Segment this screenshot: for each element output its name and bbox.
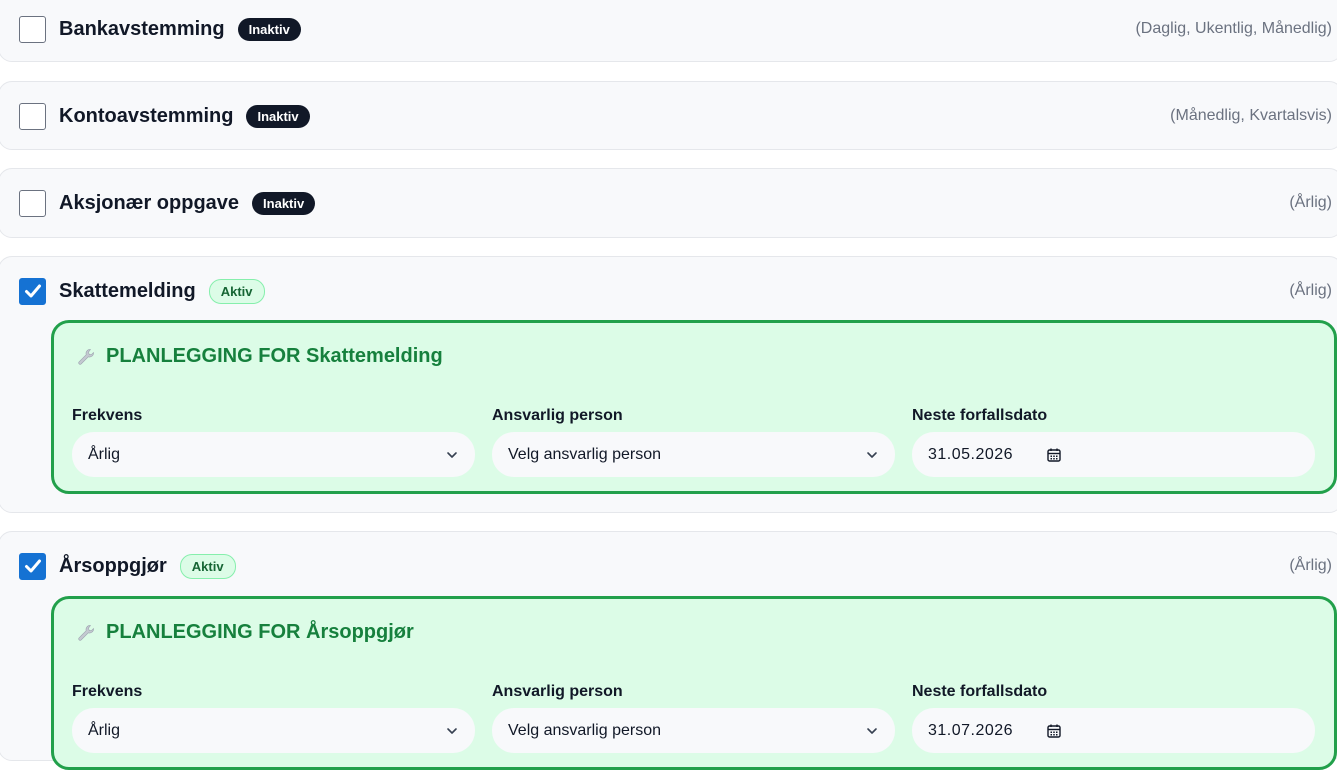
task-card-skattemelding: Skattemelding Aktiv (Årlig) PLANLEGGING … [0, 256, 1337, 513]
due-date-input[interactable]: 31.07.2026 [912, 708, 1315, 753]
task-card-bankavstemming: Bankavstemming Inaktiv (Daglig, Ukentlig… [0, 0, 1337, 62]
task-checkbox-aksjonaer-oppgave[interactable] [19, 189, 46, 217]
planning-title-text: PLANLEGGING FOR Årsoppgjør [106, 621, 414, 643]
calendar-icon[interactable] [1046, 447, 1062, 463]
task-name: Bankavstemming [59, 17, 225, 40]
task-card-arsoppgjor: Årsoppgjør Aktiv (Årlig) PLANLEGGING FOR… [0, 531, 1337, 770]
frequency-value: Årlig [88, 445, 121, 463]
due-date-value: 31.07.2026 [928, 721, 1014, 739]
due-date-field: Neste forfallsdato 31.07.2026 [912, 683, 1315, 753]
status-badge: Inaktiv [246, 104, 310, 128]
frequency-label: Frekvens [72, 407, 143, 424]
task-card-aksjonaer-oppgave: Aksjonær oppgave Inaktiv (Årlig) [0, 168, 1337, 238]
planning-panel: PLANLEGGING FOR Årsoppgjør Frekvens Årli… [51, 596, 1337, 770]
chevron-down-icon [867, 727, 877, 734]
task-card-kontoavstemming: Kontoavstemming Inaktiv (Månedlig, Kvart… [0, 81, 1337, 150]
task-frequencies: (Månedlig, Kvartalsvis) [1170, 107, 1332, 124]
task-name: Aksjonær oppgave [59, 191, 240, 214]
chevron-down-icon [447, 451, 457, 458]
task-checkbox-arsoppgjor[interactable] [19, 552, 46, 580]
responsible-value: Velg ansvarlig person [508, 445, 661, 463]
wrench-icon [76, 623, 96, 643]
responsible-label: Ansvarlig person [492, 683, 623, 700]
frequency-value: Årlig [88, 721, 121, 739]
responsible-select[interactable]: Velg ansvarlig person [492, 432, 895, 477]
task-frequencies: (Daglig, Ukentlig, Månedlig) [1135, 20, 1332, 37]
frequency-field: Frekvens Årlig [72, 407, 475, 477]
frequency-select[interactable]: Årlig [72, 708, 475, 753]
task-checkbox-bankavstemming[interactable] [19, 15, 46, 43]
task-checkbox-skattemelding[interactable] [19, 277, 46, 305]
frequency-label: Frekvens [72, 683, 143, 700]
responsible-value: Velg ansvarlig person [508, 721, 661, 739]
task-name: Skattemelding [59, 279, 196, 302]
task-checkbox-kontoavstemming[interactable] [19, 102, 46, 130]
frequency-select[interactable]: Årlig [72, 432, 475, 477]
status-badge: Inaktiv [237, 17, 301, 41]
task-name: Kontoavstemming [59, 104, 234, 127]
task-frequencies: (Årlig) [1289, 194, 1332, 211]
due-date-label: Neste forfallsdato [912, 683, 1048, 700]
task-frequencies: (Årlig) [1289, 282, 1332, 299]
due-date-input[interactable]: 31.05.2026 [912, 432, 1315, 477]
task-name: Årsoppgjør [59, 554, 167, 577]
due-date-value: 31.05.2026 [928, 445, 1014, 463]
status-badge: Inaktiv [252, 191, 316, 215]
checkmark-icon [24, 284, 41, 298]
due-date-field: Neste forfallsdato 31.05.2026 [912, 407, 1315, 477]
checkmark-icon [24, 559, 41, 573]
planning-title-text: PLANLEGGING FOR Skattemelding [106, 345, 443, 367]
responsible-select[interactable]: Velg ansvarlig person [492, 708, 895, 753]
chevron-down-icon [867, 451, 877, 458]
calendar-icon[interactable] [1046, 723, 1062, 739]
planning-panel: PLANLEGGING FOR Skattemelding Frekvens Å… [51, 320, 1337, 494]
planning-title: PLANLEGGING FOR Skattemelding [76, 345, 443, 368]
status-badge: Aktiv [208, 278, 265, 304]
task-frequencies: (Årlig) [1289, 557, 1332, 574]
wrench-icon [76, 347, 96, 367]
responsible-label: Ansvarlig person [492, 407, 623, 424]
responsible-field: Ansvarlig person Velg ansvarlig person [492, 407, 895, 477]
chevron-down-icon [447, 727, 457, 734]
frequency-field: Frekvens Årlig [72, 683, 475, 753]
status-badge: Aktiv [179, 553, 236, 579]
due-date-label: Neste forfallsdato [912, 407, 1048, 424]
planning-title: PLANLEGGING FOR Årsoppgjør [76, 621, 414, 644]
responsible-field: Ansvarlig person Velg ansvarlig person [492, 683, 895, 753]
